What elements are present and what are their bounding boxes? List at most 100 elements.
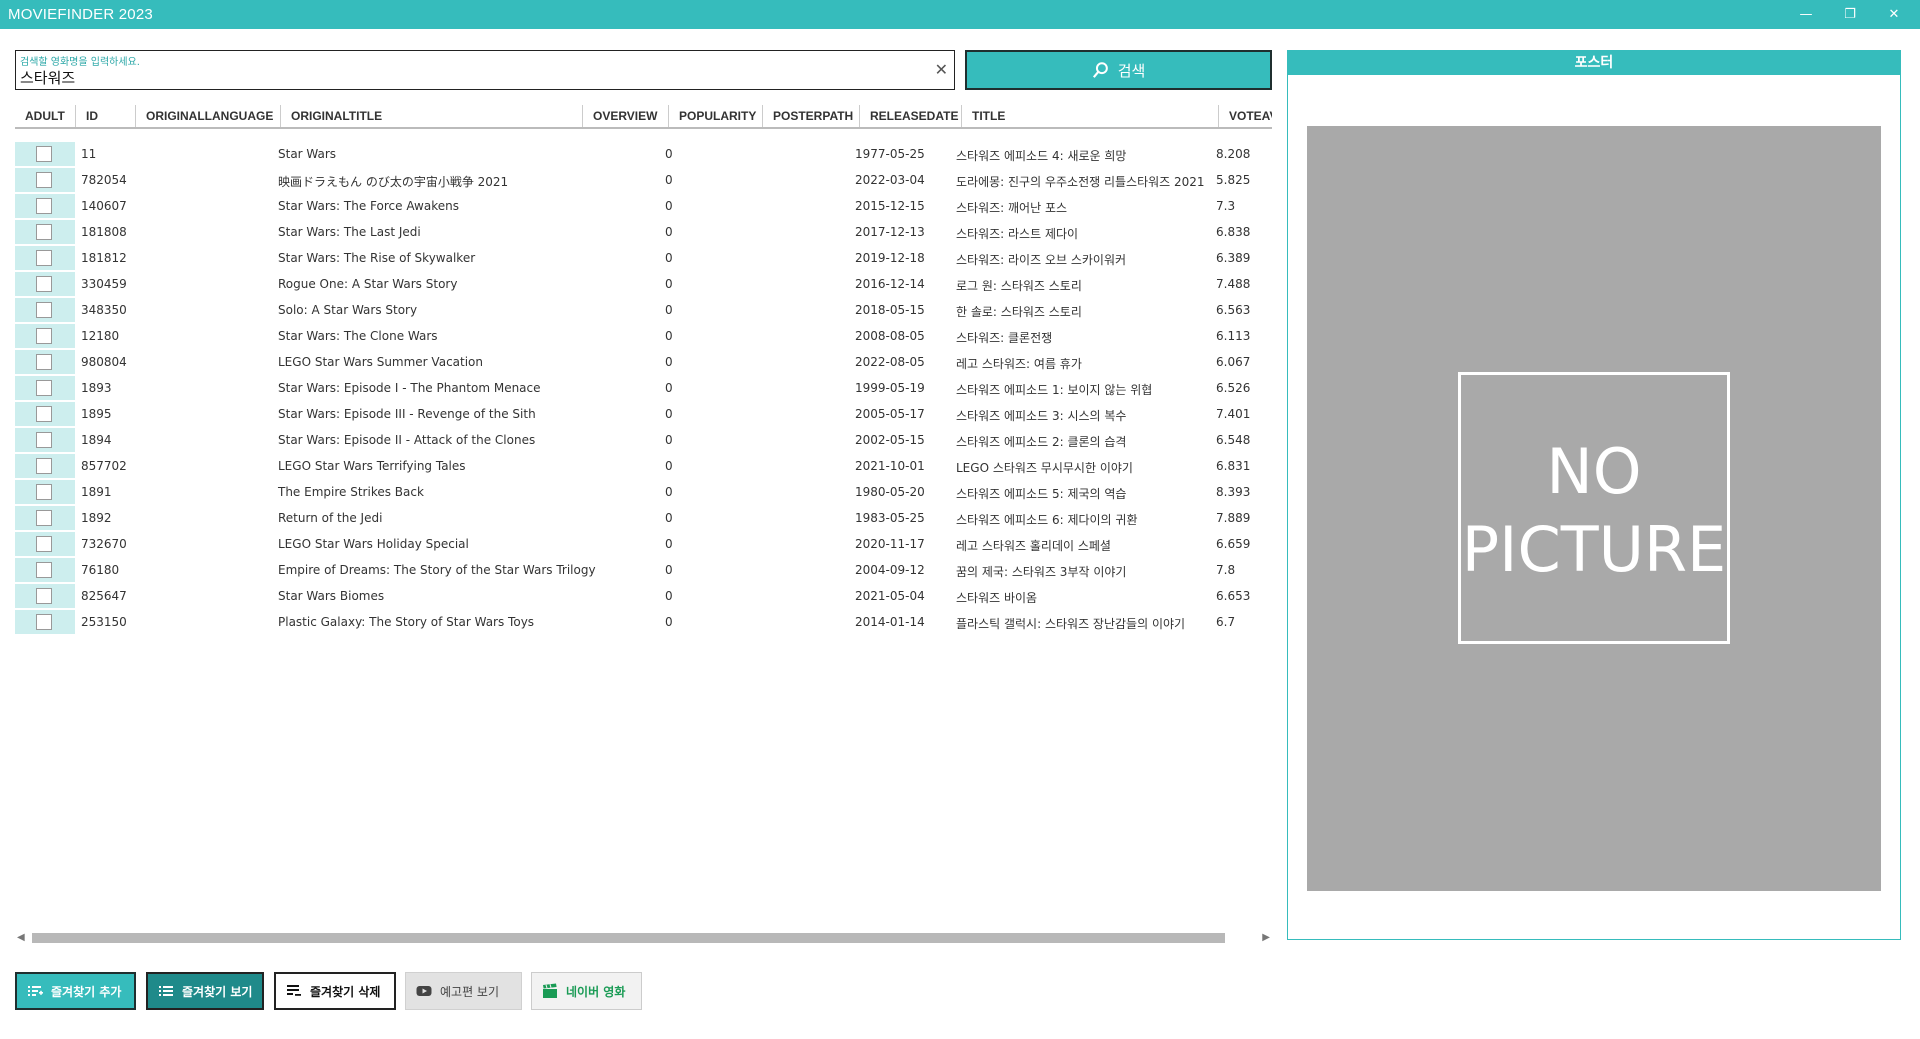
adult-checkbox[interactable]: [36, 224, 52, 240]
table-row[interactable]: 348350 Solo: A Star Wars Story 0 2018-05…: [15, 296, 1272, 322]
cell-title: 스타워즈: 라스트 제다이: [956, 227, 1079, 241]
column-header-adult[interactable]: ADULT: [15, 105, 76, 127]
adult-checkbox[interactable]: [36, 302, 52, 318]
table-row[interactable]: 1895 Star Wars: Episode III - Revenge of…: [15, 400, 1272, 426]
column-header-originallanguage[interactable]: ORIGINALLANGUAGE: [136, 105, 281, 127]
adult-checkbox[interactable]: [36, 510, 52, 526]
table-row[interactable]: 782054 映画ドラえもん のび太の宇宙小戦争 2021 0 2022-03-…: [15, 166, 1272, 192]
adult-checkbox[interactable]: [36, 614, 52, 630]
adult-checkbox[interactable]: [36, 198, 52, 214]
cell-title: 한 솔로: 스타워즈 스토리: [956, 305, 1082, 319]
cell-vote-average: 6.653: [1216, 589, 1251, 603]
cell-vote-average: 8.208: [1216, 147, 1251, 161]
cell-id: 1894: [81, 433, 112, 447]
cell-popularity: 0: [665, 225, 673, 239]
naver-movie-button[interactable]: 네이버 영화: [531, 972, 642, 1010]
table-row[interactable]: 980804 LEGO Star Wars Summer Vacation 0 …: [15, 348, 1272, 374]
table-row[interactable]: 825647 Star Wars Biomes 0 2021-05-04 스타워…: [15, 582, 1272, 608]
cell-id: 1891: [81, 485, 112, 499]
scroll-left-arrow-icon[interactable]: ◀: [17, 932, 25, 943]
table-row[interactable]: 11 Star Wars 0 1977-05-25 스타워즈 에피소드 4: 새…: [15, 140, 1272, 166]
minimize-button[interactable]: —: [1784, 0, 1828, 29]
adult-cell: [15, 168, 75, 192]
adult-checkbox[interactable]: [36, 536, 52, 552]
adult-checkbox[interactable]: [36, 458, 52, 474]
adult-checkbox[interactable]: [36, 380, 52, 396]
search-icon: [1092, 62, 1108, 78]
cell-release-date: 2016-12-14: [855, 277, 925, 291]
cell-popularity: 0: [665, 407, 673, 421]
table-row[interactable]: 12180 Star Wars: The Clone Wars 0 2008-0…: [15, 322, 1272, 348]
search-hint-label: 검색할 영화명을 입력하세요.: [20, 57, 140, 68]
column-header-id[interactable]: ID: [76, 105, 136, 127]
clear-icon[interactable]: ✕: [935, 60, 948, 79]
cell-release-date: 2022-08-05: [855, 355, 925, 369]
adult-checkbox[interactable]: [36, 432, 52, 448]
horizontal-scrollbar[interactable]: ◀ ▶: [15, 930, 1272, 946]
cell-id: 732670: [81, 537, 127, 551]
table-row[interactable]: 1893 Star Wars: Episode I - The Phantom …: [15, 374, 1272, 400]
column-header-overview[interactable]: OVERVIEW: [583, 105, 669, 127]
cell-popularity: 0: [665, 173, 673, 187]
cell-popularity: 0: [665, 563, 673, 577]
column-header-popularity[interactable]: POPULARITY: [669, 105, 763, 127]
adult-checkbox[interactable]: [36, 406, 52, 422]
cell-release-date: 2008-08-05: [855, 329, 925, 343]
table-row[interactable]: 732670 LEGO Star Wars Holiday Special 0 …: [15, 530, 1272, 556]
delete-favorite-button[interactable]: 즐겨찾기 삭제: [274, 972, 396, 1010]
cell-title: 스타워즈 바이옴: [956, 591, 1038, 605]
cell-original-title: Star Wars: Episode II - Attack of the Cl…: [278, 433, 536, 447]
cell-id: 348350: [81, 303, 127, 317]
close-window-button[interactable]: ✕: [1872, 0, 1916, 29]
column-header-voteave[interactable]: VOTEAVE: [1219, 105, 1272, 127]
table-row[interactable]: 253150 Plastic Galaxy: The Story of Star…: [15, 608, 1272, 634]
search-button[interactable]: 검색: [965, 50, 1272, 90]
adult-checkbox[interactable]: [36, 146, 52, 162]
adult-checkbox[interactable]: [36, 354, 52, 370]
cell-title: 도라에몽: 진구의 우주소전쟁 리틀스타워즈 2021: [956, 175, 1205, 189]
table-row[interactable]: 1891 The Empire Strikes Back 0 1980-05-2…: [15, 478, 1272, 504]
adult-checkbox[interactable]: [36, 172, 52, 188]
cell-original-title: LEGO Star Wars Holiday Special: [278, 537, 469, 551]
adult-checkbox[interactable]: [36, 328, 52, 344]
view-favorites-button[interactable]: 즐겨찾기 보기: [146, 972, 264, 1010]
table-row[interactable]: 181808 Star Wars: The Last Jedi 0 2017-1…: [15, 218, 1272, 244]
adult-checkbox[interactable]: [36, 250, 52, 266]
table-row[interactable]: 76180 Empire of Dreams: The Story of the…: [15, 556, 1272, 582]
table-row[interactable]: 857702 LEGO Star Wars Terrifying Tales 0…: [15, 452, 1272, 478]
table-row[interactable]: 330459 Rogue One: A Star Wars Story 0 20…: [15, 270, 1272, 296]
adult-checkbox[interactable]: [36, 588, 52, 604]
cell-original-title: Star Wars Biomes: [278, 589, 385, 603]
adult-cell: [15, 298, 75, 322]
cell-vote-average: 6.831: [1216, 459, 1251, 473]
search-input[interactable]: [20, 67, 920, 87]
cell-vote-average: 6.526: [1216, 381, 1251, 395]
table-row[interactable]: 181812 Star Wars: The Rise of Skywalker …: [15, 244, 1272, 270]
cell-release-date: 2015-12-15: [855, 199, 925, 213]
adult-checkbox[interactable]: [36, 562, 52, 578]
cell-popularity: 0: [665, 485, 673, 499]
cell-vote-average: 7.8: [1216, 563, 1236, 577]
view-trailer-button[interactable]: 예고편 보기: [405, 972, 522, 1010]
cell-vote-average: 6.067: [1216, 355, 1251, 369]
maximize-button[interactable]: ❐: [1828, 0, 1872, 29]
table-row[interactable]: 1894 Star Wars: Episode II - Attack of t…: [15, 426, 1272, 452]
column-header-posterpath[interactable]: POSTERPATH: [763, 105, 860, 127]
cell-title: 스타워즈 에피소드 2: 클론의 습격: [956, 435, 1127, 449]
adult-cell: [15, 376, 75, 400]
cell-title: 레고 스타워즈: 여름 휴가: [956, 357, 1082, 371]
cell-id: 330459: [81, 277, 127, 291]
column-header-title[interactable]: TITLE: [962, 105, 1219, 127]
search-field[interactable]: 검색할 영화명을 입력하세요. ✕: [15, 50, 955, 90]
cell-id: 76180: [81, 563, 120, 577]
scrollbar-thumb[interactable]: [32, 933, 1225, 943]
column-header-releasedate[interactable]: RELEASEDATE: [860, 105, 962, 127]
table-row[interactable]: 140607 Star Wars: The Force Awakens 0 20…: [15, 192, 1272, 218]
adult-checkbox[interactable]: [36, 276, 52, 292]
add-favorite-button[interactable]: 즐겨찾기 추가: [15, 972, 136, 1010]
adult-cell: [15, 610, 75, 634]
adult-checkbox[interactable]: [36, 484, 52, 500]
column-header-originaltitle[interactable]: ORIGINALTITLE: [281, 105, 583, 127]
scroll-right-arrow-icon[interactable]: ▶: [1262, 932, 1270, 943]
table-row[interactable]: 1892 Return of the Jedi 0 1983-05-25 스타워…: [15, 504, 1272, 530]
